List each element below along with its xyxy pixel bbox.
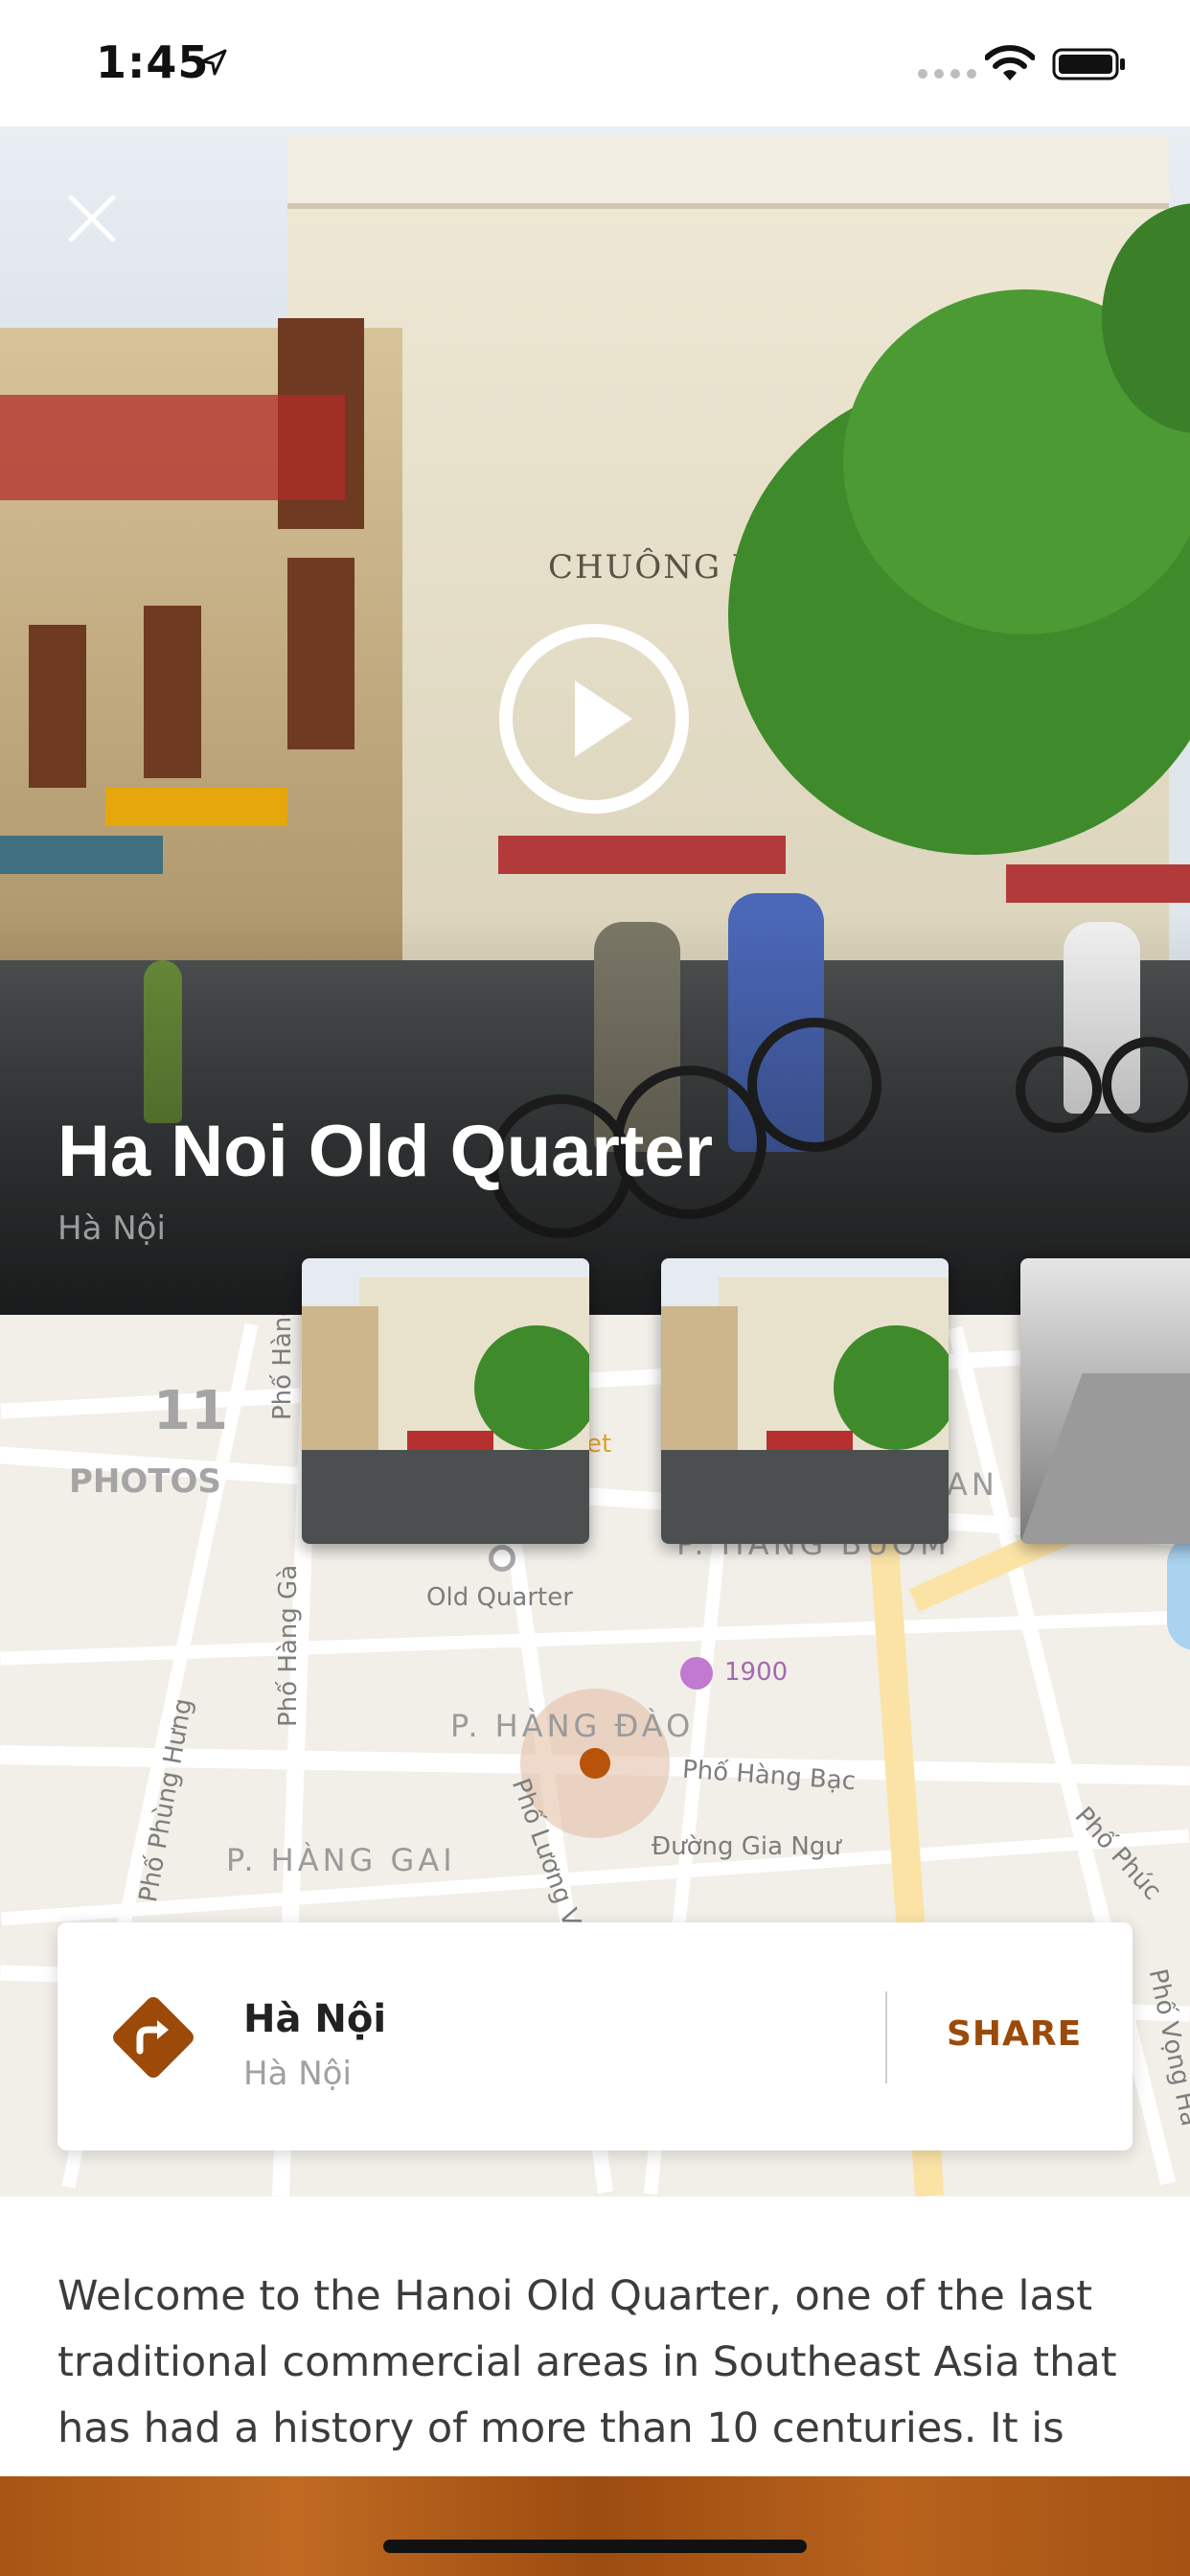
map-label-poi: 1900 (724, 1658, 789, 1687)
bottom-banner-image (0, 2476, 1190, 2576)
close-icon[interactable] (63, 190, 121, 247)
map-label-street: Đường Gia Ngư (652, 1832, 841, 1861)
location-arrow-icon (200, 49, 227, 76)
directions-icon[interactable] (103, 1988, 203, 2087)
play-video-button[interactable] (498, 623, 690, 815)
photo-thumbnail[interactable] (1020, 1258, 1190, 1544)
photo-thumbnail[interactable] (302, 1258, 589, 1544)
map-label-fragment: AN (947, 1466, 998, 1503)
status-bar: 1:45 (0, 0, 1190, 126)
photo-thumbnail[interactable] (661, 1258, 949, 1544)
place-subtitle: Hà Nội (57, 1209, 166, 1248)
place-title: Ha Noi Old Quarter (57, 1111, 714, 1192)
poi-marker (489, 1545, 515, 1572)
map-label-district: P. HÀNG GAI (226, 1842, 456, 1878)
location-card[interactable]: Hà Nội Hà Nội SHARE (57, 1922, 1133, 2150)
photos-count: 11 (153, 1380, 228, 1442)
battery-icon (1052, 48, 1125, 80)
description-text: Welcome to the Hanoi Old Quarter, one of… (57, 2272, 1117, 2452)
location-title: Hà Nội (243, 1997, 387, 2041)
location-pin-icon (580, 1748, 610, 1779)
bar-icon (680, 1657, 713, 1690)
cellular-signal-icon (918, 69, 976, 79)
map-label-district: P. HÀNG ĐÀO (450, 1708, 695, 1744)
map-label-fragment: et (586, 1430, 612, 1459)
map-label-street: Phố Hàng Cót (268, 1315, 297, 1420)
map-label-street: Phố Hàng Gà (274, 1564, 303, 1727)
share-button[interactable]: SHARE (947, 2014, 1082, 2054)
divider (885, 1991, 887, 2083)
home-indicator[interactable] (383, 2540, 807, 2553)
location-subtitle: Hà Nội (243, 2055, 352, 2093)
status-time: 1:45 (96, 36, 210, 88)
photos-label: PHOTOS (69, 1462, 221, 1501)
map-label-poi: Old Quarter (426, 1583, 573, 1612)
wifi-icon (985, 45, 1035, 80)
